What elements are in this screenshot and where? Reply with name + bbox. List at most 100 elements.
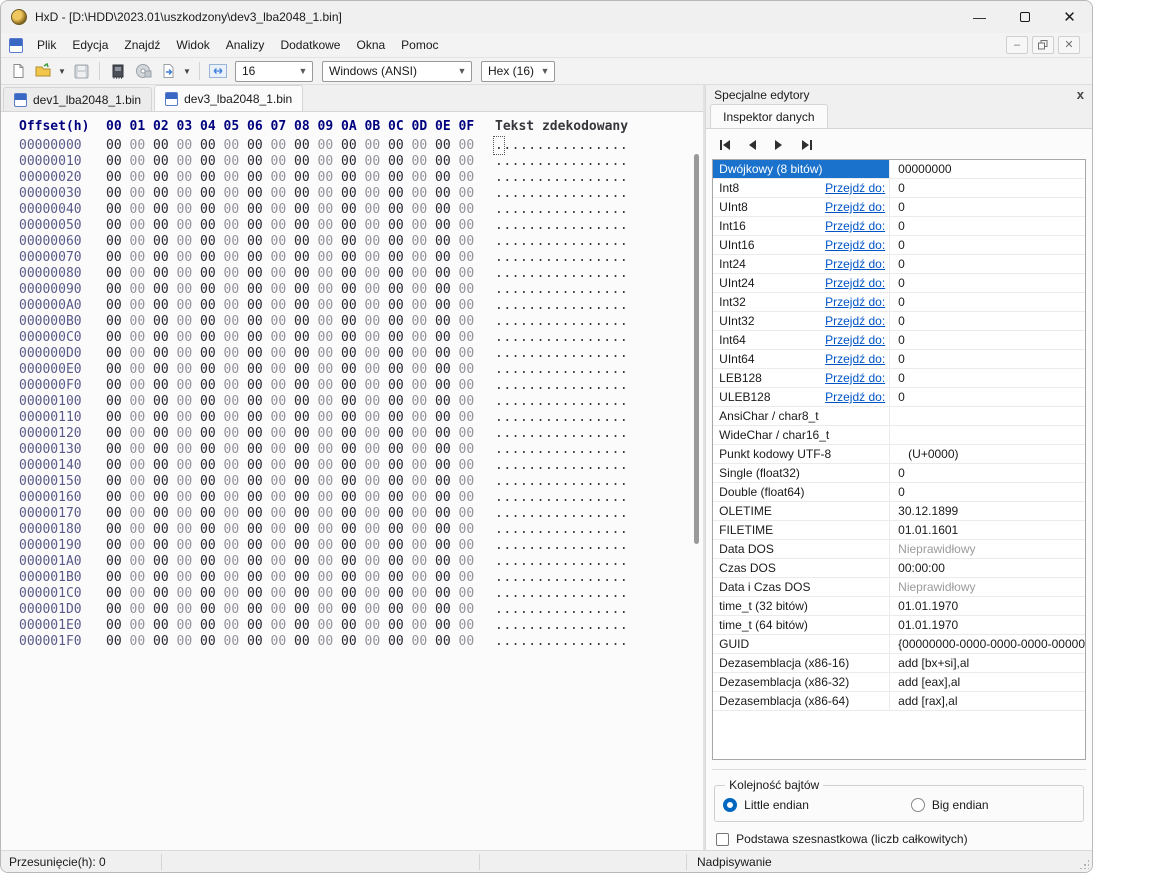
- previous-byte-button[interactable]: [743, 137, 761, 153]
- hex-byte[interactable]: 00: [177, 378, 201, 393]
- hex-byte[interactable]: 00: [200, 394, 224, 409]
- next-byte-button[interactable]: [770, 137, 788, 153]
- hex-byte[interactable]: 00: [435, 506, 459, 521]
- hex-byte[interactable]: 00: [388, 410, 412, 425]
- hex-byte[interactable]: 00: [294, 138, 318, 153]
- hex-byte[interactable]: 00: [271, 378, 295, 393]
- hex-byte[interactable]: 00: [177, 602, 201, 617]
- hex-byte[interactable]: 00: [388, 602, 412, 617]
- hex-byte[interactable]: 00: [412, 186, 436, 201]
- last-byte-button[interactable]: [797, 137, 815, 153]
- hex-byte[interactable]: 00: [106, 522, 130, 537]
- goto-link[interactable]: Przejdź do:: [825, 371, 885, 385]
- hex-byte[interactable]: 00: [341, 602, 365, 617]
- hex-byte[interactable]: 00: [388, 394, 412, 409]
- hex-byte[interactable]: 00: [318, 314, 342, 329]
- hex-byte[interactable]: 00: [435, 490, 459, 505]
- mdi-close-button[interactable]: ✕: [1058, 36, 1080, 54]
- hex-byte[interactable]: 00: [459, 506, 483, 521]
- hex-byte[interactable]: 00: [294, 346, 318, 361]
- decoded-text[interactable]: ................: [495, 298, 628, 313]
- hex-byte[interactable]: 00: [153, 410, 177, 425]
- hex-byte[interactable]: 00: [200, 234, 224, 249]
- hex-byte[interactable]: 00: [271, 458, 295, 473]
- hex-byte[interactable]: 00: [341, 474, 365, 489]
- hex-byte[interactable]: 00: [247, 474, 271, 489]
- hex-byte[interactable]: 00: [388, 138, 412, 153]
- decoded-text[interactable]: ................: [495, 330, 628, 345]
- hex-byte[interactable]: 00: [318, 138, 342, 153]
- hex-byte[interactable]: 00: [435, 474, 459, 489]
- first-byte-button[interactable]: [716, 137, 734, 153]
- hex-byte[interactable]: 00: [130, 474, 154, 489]
- hex-byte[interactable]: 00: [247, 138, 271, 153]
- hex-editor[interactable]: Offset(h) 00 01 02 03 04 05 06 07 08 09 0A 0B 0C 0D 0E…: [1, 111, 704, 850]
- decoded-text[interactable]: ................: [495, 474, 628, 489]
- hex-byte[interactable]: 00: [130, 250, 154, 265]
- hex-byte[interactable]: 00: [388, 426, 412, 441]
- hex-byte[interactable]: 00: [459, 154, 483, 169]
- hex-byte[interactable]: 00: [177, 330, 201, 345]
- hex-byte[interactable]: 00: [459, 266, 483, 281]
- hex-byte[interactable]: 00: [247, 234, 271, 249]
- hex-byte[interactable]: 00: [130, 490, 154, 505]
- hex-byte[interactable]: 00: [388, 346, 412, 361]
- hex-byte[interactable]: 00: [318, 458, 342, 473]
- hex-byte[interactable]: 00: [435, 234, 459, 249]
- goto-link[interactable]: Przejdź do:: [825, 352, 885, 366]
- hex-byte[interactable]: 00: [106, 186, 130, 201]
- hex-byte[interactable]: 00: [153, 442, 177, 457]
- hex-byte[interactable]: 00: [388, 522, 412, 537]
- hex-byte[interactable]: 00: [130, 554, 154, 569]
- hex-byte[interactable]: 00: [271, 346, 295, 361]
- hex-byte[interactable]: 00: [318, 554, 342, 569]
- inspector-row-value[interactable]: add [bx+si],al: [890, 656, 1085, 670]
- menu-item-analizy[interactable]: Analizy: [218, 35, 273, 55]
- inspector-row[interactable]: UInt8 Przejdź do: 0: [713, 198, 1085, 217]
- hex-byte[interactable]: 00: [365, 426, 389, 441]
- hex-byte[interactable]: 00: [318, 586, 342, 601]
- hex-byte[interactable]: 00: [106, 314, 130, 329]
- inspector-row-value[interactable]: 0: [890, 466, 1085, 480]
- hex-byte[interactable]: 00: [341, 442, 365, 457]
- hex-byte[interactable]: 00: [224, 490, 248, 505]
- hex-byte[interactable]: 00: [294, 634, 318, 649]
- hex-byte[interactable]: 00: [106, 490, 130, 505]
- hex-byte[interactable]: 00: [153, 138, 177, 153]
- hex-byte[interactable]: 00: [177, 410, 201, 425]
- hex-byte[interactable]: 00: [341, 570, 365, 585]
- hex-byte[interactable]: 00: [130, 202, 154, 217]
- hex-byte[interactable]: 00: [247, 346, 271, 361]
- hex-byte[interactable]: 00: [388, 314, 412, 329]
- hex-byte[interactable]: 00: [388, 362, 412, 377]
- hex-byte[interactable]: 00: [271, 154, 295, 169]
- hex-byte[interactable]: 00: [271, 394, 295, 409]
- hex-byte[interactable]: 00: [341, 218, 365, 233]
- inspector-row[interactable]: Czas DOS 00:00:00: [713, 559, 1085, 578]
- hex-byte[interactable]: 00: [130, 298, 154, 313]
- maximize-button[interactable]: [1002, 1, 1047, 33]
- hex-byte[interactable]: 00: [247, 282, 271, 297]
- hex-byte[interactable]: 00: [459, 314, 483, 329]
- hex-byte[interactable]: 00: [200, 490, 224, 505]
- hex-byte[interactable]: 00: [388, 378, 412, 393]
- hex-byte[interactable]: 00: [271, 282, 295, 297]
- hex-byte[interactable]: 00: [459, 362, 483, 377]
- hex-byte[interactable]: 00: [177, 538, 201, 553]
- inspector-row-value[interactable]: 0: [890, 485, 1085, 499]
- hex-byte[interactable]: 00: [271, 170, 295, 185]
- hex-byte[interactable]: 00: [153, 570, 177, 585]
- hex-byte[interactable]: 00: [388, 202, 412, 217]
- decoded-text[interactable]: ................: [495, 250, 628, 265]
- hex-byte[interactable]: 00: [153, 170, 177, 185]
- hex-byte[interactable]: 00: [130, 218, 154, 233]
- hex-byte[interactable]: 00: [153, 474, 177, 489]
- hex-byte[interactable]: 00: [412, 138, 436, 153]
- hex-byte[interactable]: 00: [177, 298, 201, 313]
- tab-dev1_lba2048_1.bin[interactable]: dev1_lba2048_1.bin: [3, 87, 153, 111]
- hex-byte[interactable]: 00: [247, 202, 271, 217]
- hex-byte[interactable]: 00: [153, 186, 177, 201]
- inspector-row[interactable]: GUID {00000000-0000-0000-0000-00000: [713, 635, 1085, 654]
- hex-byte[interactable]: 00: [365, 314, 389, 329]
- hex-byte[interactable]: 00: [341, 186, 365, 201]
